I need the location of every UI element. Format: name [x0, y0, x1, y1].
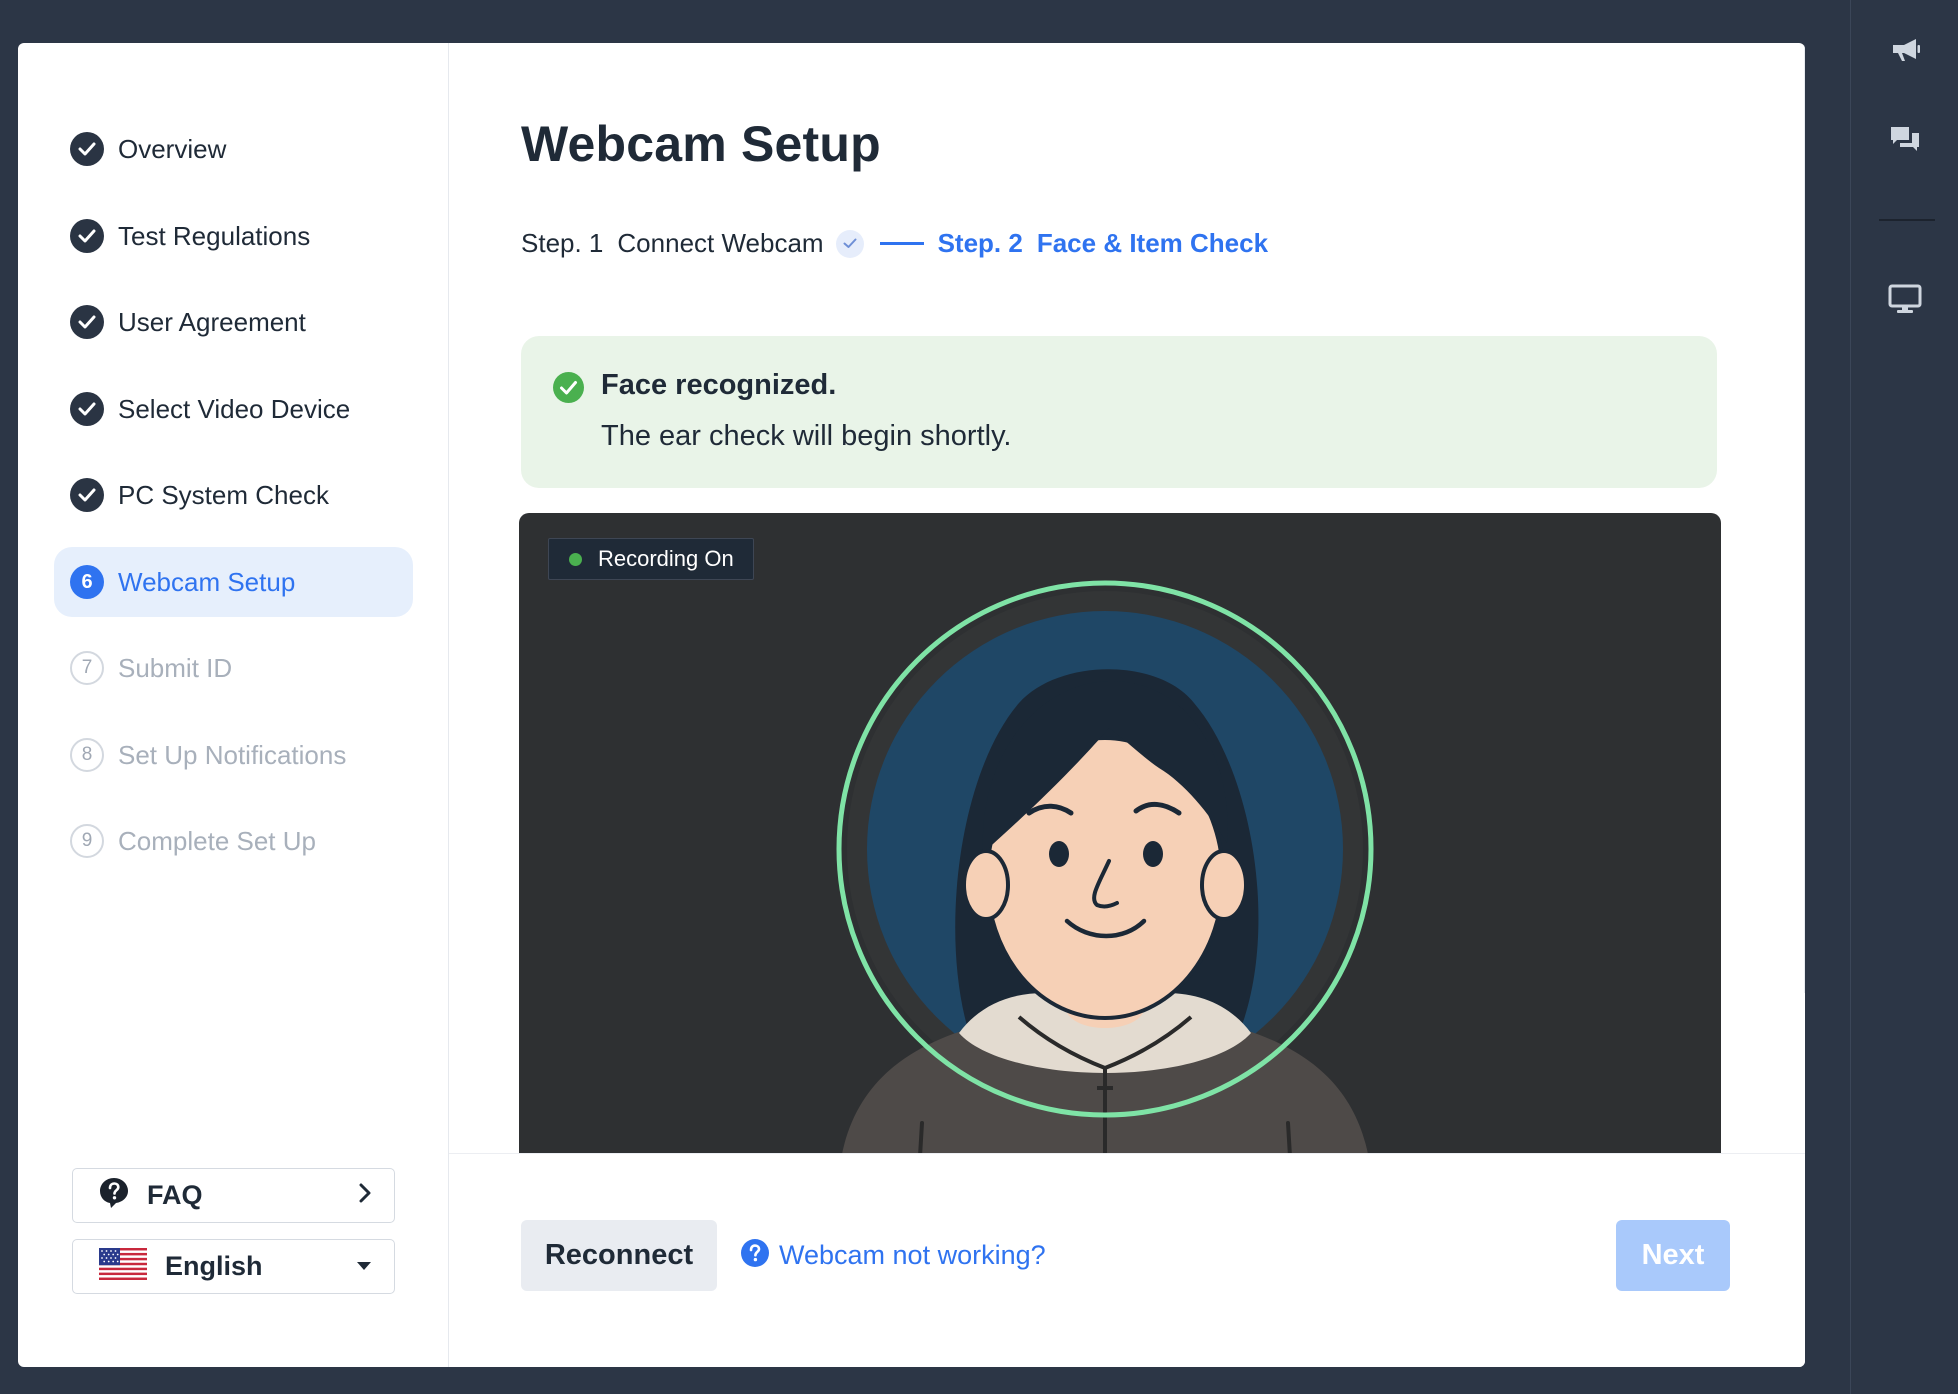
faq-button[interactable]: FAQ	[72, 1168, 395, 1223]
scrollbar[interactable]	[1804, 43, 1805, 993]
check-icon	[70, 392, 104, 426]
step-number-badge: 9	[70, 824, 104, 858]
sidebar-item-label: Test Regulations	[118, 220, 311, 251]
footer-bar: Reconnect Webcam not working? Next	[449, 1153, 1805, 1367]
webcam-help-link[interactable]: Webcam not working?	[741, 1239, 1046, 1272]
sidebar-item-label: User Agreement	[118, 306, 306, 337]
chat-icon[interactable]	[1881, 116, 1929, 164]
sidebar-item-label: Submit ID	[118, 652, 233, 683]
chevron-right-icon	[358, 1183, 372, 1208]
sidebar-item-select-video-device[interactable]: Select Video Device	[54, 374, 413, 444]
steps-sidebar: Overview Test Regulations User Agreement…	[18, 43, 449, 1367]
sidebar-item-set-up-notifications[interactable]: 8 Set Up Notifications	[54, 720, 413, 790]
sidebar-item-label: PC System Check	[118, 479, 329, 510]
step2-label: Face & Item Check	[1036, 228, 1269, 258]
question-bubble-icon	[99, 1177, 129, 1214]
sidebar-item-test-regulations[interactable]: Test Regulations	[54, 201, 413, 271]
sidebar-item-label: Select Video Device	[118, 393, 351, 424]
right-rail	[1850, 0, 1958, 1394]
sidebar-item-label: Complete Set Up	[118, 825, 316, 856]
megaphone-icon[interactable]	[1881, 25, 1929, 73]
monitor-icon[interactable]	[1881, 275, 1929, 323]
check-icon	[70, 132, 104, 166]
reconnect-button[interactable]: Reconnect	[521, 1220, 717, 1291]
setup-stepper: Step. 1 Connect Webcam Step. 2 Face & It…	[521, 228, 1268, 259]
step-number-badge: 6	[70, 565, 104, 599]
main-content: Webcam Setup Step. 1 Connect Webcam Step…	[449, 43, 1805, 1367]
us-flag-icon	[99, 1248, 147, 1285]
sidebar-item-pc-system-check[interactable]: PC System Check	[54, 460, 413, 530]
webcam-preview: Recording On	[519, 513, 1721, 1173]
face-recognized-alert: Face recognized. The ear check will begi…	[521, 336, 1717, 488]
step2-prefix: Step. 2	[937, 228, 1023, 258]
sidebar-item-webcam-setup[interactable]: 6 Webcam Setup	[54, 547, 413, 617]
setup-panel: Overview Test Regulations User Agreement…	[18, 43, 1805, 1367]
webcam-feed-image	[836, 580, 1374, 1173]
step-number-badge: 7	[70, 651, 104, 685]
recording-dot-icon	[569, 552, 582, 566]
rail-divider	[1879, 219, 1935, 221]
step-complete-icon	[835, 229, 864, 258]
sidebar-item-label: Overview	[118, 133, 227, 164]
alert-message: The ear check will begin shortly.	[601, 420, 1012, 452]
sidebar-item-complete-set-up[interactable]: 9 Complete Set Up	[54, 806, 413, 876]
sidebar-item-overview[interactable]: Overview	[54, 114, 413, 184]
check-icon	[70, 305, 104, 339]
page-title: Webcam Setup	[521, 116, 881, 172]
recording-label: Recording On	[598, 546, 734, 571]
caret-down-icon	[356, 1258, 372, 1276]
sidebar-item-label: Webcam Setup	[118, 566, 296, 597]
recording-badge: Recording On	[548, 538, 754, 580]
help-circle-icon	[741, 1239, 769, 1272]
step1-label: Connect Webcam	[617, 228, 824, 258]
sidebar-item-submit-id[interactable]: 7 Submit ID	[54, 633, 413, 703]
next-button[interactable]: Next	[1616, 1220, 1730, 1291]
language-select[interactable]: English	[72, 1239, 395, 1294]
check-icon	[70, 219, 104, 253]
step-number-badge: 8	[70, 738, 104, 772]
step-connector	[879, 242, 924, 245]
language-label: English	[165, 1251, 263, 1281]
sidebar-item-user-agreement[interactable]: User Agreement	[54, 287, 413, 357]
check-icon	[70, 478, 104, 512]
step1-prefix: Step. 1	[521, 228, 604, 258]
faq-label: FAQ	[147, 1180, 203, 1210]
sidebar-item-label: Set Up Notifications	[118, 739, 347, 770]
alert-title: Face recognized.	[601, 369, 837, 401]
success-check-icon	[553, 372, 584, 408]
help-link-label: Webcam not working?	[779, 1240, 1046, 1270]
